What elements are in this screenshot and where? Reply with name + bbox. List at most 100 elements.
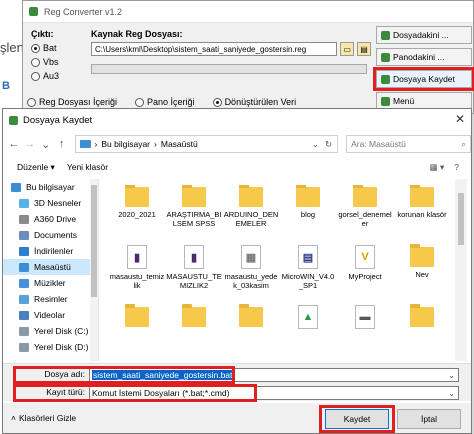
file-item[interactable]: Nev (394, 244, 450, 301)
refresh-icon[interactable]: ↻ (325, 139, 332, 150)
file-item[interactable]: ▦ masaustu_yedek_03kasim (223, 245, 279, 301)
chevron-down-icon[interactable]: ⌄ (448, 389, 455, 398)
radio-icon (31, 43, 40, 53)
file-item[interactable]: ▲ (280, 305, 336, 361)
file-list: 2020_2021 ARAŞTIRMA_BİLSEM SPSS ARDUINO_DE… (109, 185, 451, 363)
option-reg-content[interactable]: Reg Dosyası İçeriği (27, 97, 117, 107)
background-text-fragment: B (2, 80, 10, 92)
folder-icon (296, 185, 320, 207)
nav-item[interactable]: Documents (3, 227, 98, 243)
folder-icon (239, 304, 263, 327)
nav-item[interactable]: Yerel Disk (C:) (3, 323, 98, 339)
nav-item[interactable]: A360 Drive (3, 211, 98, 227)
file-item[interactable]: ▮ masaustu_temizlik (109, 245, 165, 301)
from-file-button[interactable]: Dosyadakini ... (376, 26, 472, 44)
scrollbar-thumb[interactable] (458, 193, 464, 245)
option-converted-data[interactable]: Dönüştürülen Veri (212, 97, 297, 107)
nav-item[interactable]: Videolar (3, 307, 98, 323)
nav-item[interactable]: Bu bilgisayar (3, 179, 98, 195)
file-item[interactable]: korunan klasör (394, 185, 450, 241)
file-item[interactable] (166, 304, 222, 361)
nav-item[interactable]: 3D Nesneler (3, 195, 98, 211)
save-form: Dosya adı: sistem_saati_saniyede_gosters… (3, 363, 471, 402)
file-item[interactable]: gorsel_denemeler (337, 185, 393, 241)
file-item[interactable]: ARDUINO_DENEMELER (223, 185, 279, 241)
clipboard-icon[interactable]: ▤ (357, 42, 371, 56)
file-item[interactable]: ARAŞTIRMA_BİLSEM SPSS (166, 185, 222, 241)
location-icon (19, 278, 29, 288)
location-icon (19, 214, 29, 224)
dialog-titlebar: Dosyaya Kaydet (3, 109, 471, 131)
nav-item[interactable]: İndirilenler (3, 243, 98, 259)
file-icon: ▤ (298, 245, 318, 269)
dialog-footer: ˄ Klasörleri Gizle Kaydet İptal (3, 403, 471, 433)
cancel-button[interactable]: İptal (397, 409, 461, 429)
filetype-select[interactable]: Komut İstemi Dosyaları (*.bat;*.cmd) ⌄ (89, 386, 459, 400)
source-path-field[interactable]: C:\Users\kml\Desktop\sistem_saati_saniye… (91, 42, 338, 56)
navigation-pane-scrollbar[interactable] (90, 179, 98, 361)
file-icon: ▮ (127, 245, 147, 269)
breadcrumb-item[interactable]: Masaüstü (161, 139, 198, 149)
file-item[interactable]: ▬ (337, 305, 393, 361)
scrollbar-thumb[interactable] (91, 185, 97, 297)
option-clipboard-content[interactable]: Pano İçeriği (135, 97, 195, 107)
background-text-fragment: şlen (0, 40, 24, 55)
source-reg-group: Kaynak Reg Dosyası: C:\Users\kml\Desktop… (91, 29, 371, 74)
radio-icon (27, 97, 36, 107)
address-bar[interactable]: › Bu bilgisayar › Masaüstü ⌄ ↻ (74, 135, 339, 153)
output-option-label: Au3 (43, 71, 60, 81)
file-item[interactable] (394, 304, 450, 361)
recent-locations-chevron-icon[interactable]: ⌄ (39, 138, 53, 151)
radio-icon (31, 57, 40, 67)
search-input[interactable]: Ara: Masaüstü ⌕ (346, 135, 472, 153)
back-arrow-icon[interactable]: ← (7, 138, 21, 150)
breadcrumb-item[interactable]: Bu bilgisayar (101, 139, 150, 149)
navigation-pane: Bu bilgisayar 3D Nesneler A360 Drive Docume… (3, 179, 99, 361)
nav-item[interactable]: Yerel Disk (D:) (3, 339, 98, 355)
help-icon[interactable]: ? (454, 162, 459, 173)
folder-icon (125, 185, 149, 207)
file-item[interactable] (223, 304, 279, 361)
address-dropdown-icon[interactable]: ⌄ (312, 139, 319, 150)
file-item[interactable]: V MyProject (337, 245, 393, 301)
output-option-au3[interactable]: Au3 (31, 71, 59, 81)
file-item[interactable]: ▮ MASAUSTU_TEMIZLIK2 (166, 245, 222, 301)
new-folder-button[interactable]: Yeni klasör (67, 162, 108, 172)
output-option-vbs[interactable]: Vbs (31, 57, 59, 67)
reg-converter-window: Reg Converter v1.2 Çıktı: Bat Vbs Au3 Ka… (22, 0, 474, 114)
close-icon[interactable]: ✕ (455, 113, 465, 125)
radio-icon (31, 71, 40, 81)
nav-item-label: 3D Nesneler (34, 198, 82, 208)
filename-field[interactable]: sistem_saati_saniyede_gostersin.bat ⌄ (89, 368, 459, 382)
forward-arrow-icon[interactable]: → (23, 138, 37, 150)
organize-button[interactable]: Düzenle ▾ (17, 162, 55, 173)
view-options-icon[interactable]: ▦ ▾ (430, 162, 445, 173)
clipboard-icon (381, 52, 390, 62)
file-name: Nev (415, 271, 429, 279)
nav-item[interactable]: Masaüstü (3, 259, 98, 275)
chevron-down-icon[interactable]: ⌄ (448, 371, 455, 380)
menu-icon (381, 96, 390, 106)
file-name: gorsel_denemeler (338, 211, 392, 228)
output-format-label: Çıktı: (31, 29, 54, 39)
file-item[interactable] (109, 304, 165, 361)
file-type-glyph: ▮ (190, 251, 198, 264)
file-list-scrollbar[interactable] (455, 179, 467, 361)
up-arrow-icon[interactable]: ↑ (55, 138, 69, 150)
from-clipboard-button[interactable]: Panodakini ... (376, 48, 472, 66)
file-name: ARAŞTIRMA_BİLSEM SPSS (166, 211, 222, 228)
output-option-bat[interactable]: Bat (31, 43, 59, 53)
file-item[interactable]: 2020_2021 (109, 185, 165, 241)
save-to-file-button[interactable]: Dosyaya Kaydet (373, 67, 474, 91)
file-item[interactable]: blog (280, 185, 336, 241)
app-logo-icon (29, 7, 38, 16)
nav-item[interactable]: Resimler (3, 291, 98, 307)
open-folder-icon[interactable]: ▭ (340, 42, 355, 56)
nav-item-label: İndirilenler (34, 246, 74, 256)
nav-item-label: Yerel Disk (C:) (34, 326, 89, 336)
save-button[interactable]: Kaydet (325, 409, 389, 429)
hide-folders-toggle[interactable]: ˄ Klasörleri Gizle (11, 413, 76, 423)
option-label: Dönüştürülen Veri (224, 97, 297, 107)
nav-item[interactable]: Müzikler (3, 275, 98, 291)
file-item[interactable]: ▤ MicroWIN_V4.0_SP1 (280, 245, 336, 301)
